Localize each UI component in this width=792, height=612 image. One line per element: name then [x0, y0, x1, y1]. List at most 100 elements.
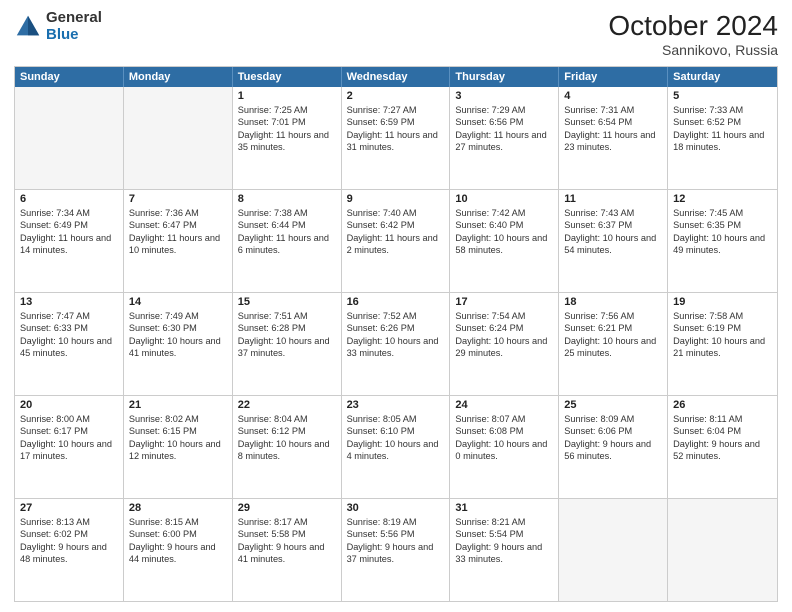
sunset-text: Sunset: 6:21 PM	[564, 322, 662, 334]
calendar-cell: 11Sunrise: 7:43 AMSunset: 6:37 PMDayligh…	[559, 190, 668, 292]
day-number: 25	[564, 399, 662, 411]
sunset-text: Sunset: 6:35 PM	[673, 219, 772, 231]
calendar-cell: 18Sunrise: 7:56 AMSunset: 6:21 PMDayligh…	[559, 293, 668, 395]
calendar-cell: 30Sunrise: 8:19 AMSunset: 5:56 PMDayligh…	[342, 499, 451, 601]
sunrise-text: Sunrise: 7:45 AM	[673, 207, 772, 219]
sunset-text: Sunset: 6:08 PM	[455, 425, 553, 437]
calendar-cell: 10Sunrise: 7:42 AMSunset: 6:40 PMDayligh…	[450, 190, 559, 292]
daylight-text: Daylight: 11 hours and 6 minutes.	[238, 232, 336, 257]
sunrise-text: Sunrise: 7:54 AM	[455, 310, 553, 322]
calendar-cell: 27Sunrise: 8:13 AMSunset: 6:02 PMDayligh…	[15, 499, 124, 601]
weekday-header-saturday: Saturday	[668, 67, 777, 87]
location: Sannikovo, Russia	[608, 42, 778, 58]
daylight-text: Daylight: 11 hours and 10 minutes.	[129, 232, 227, 257]
day-number: 20	[20, 399, 118, 411]
sunrise-text: Sunrise: 8:07 AM	[455, 413, 553, 425]
logo-general-text: General	[46, 10, 102, 27]
sunset-text: Sunset: 6:28 PM	[238, 322, 336, 334]
sunset-text: Sunset: 6:26 PM	[347, 322, 445, 334]
sunrise-text: Sunrise: 8:05 AM	[347, 413, 445, 425]
calendar-row: 6Sunrise: 7:34 AMSunset: 6:49 PMDaylight…	[15, 190, 777, 293]
daylight-text: Daylight: 10 hours and 45 minutes.	[20, 335, 118, 360]
day-number: 2	[347, 90, 445, 102]
daylight-text: Daylight: 10 hours and 29 minutes.	[455, 335, 553, 360]
day-number: 26	[673, 399, 772, 411]
sunrise-text: Sunrise: 7:36 AM	[129, 207, 227, 219]
title-block: October 2024 Sannikovo, Russia	[608, 10, 778, 58]
sunrise-text: Sunrise: 7:42 AM	[455, 207, 553, 219]
daylight-text: Daylight: 9 hours and 48 minutes.	[20, 541, 118, 566]
day-number: 29	[238, 502, 336, 514]
logo: General Blue	[14, 10, 102, 43]
day-number: 19	[673, 296, 772, 308]
sunrise-text: Sunrise: 8:21 AM	[455, 516, 553, 528]
header: General Blue October 2024 Sannikovo, Rus…	[14, 10, 778, 58]
calendar-cell: 4Sunrise: 7:31 AMSunset: 6:54 PMDaylight…	[559, 87, 668, 189]
calendar-cell: 31Sunrise: 8:21 AMSunset: 5:54 PMDayligh…	[450, 499, 559, 601]
weekday-header-sunday: Sunday	[15, 67, 124, 87]
sunset-text: Sunset: 7:01 PM	[238, 116, 336, 128]
sunrise-text: Sunrise: 7:29 AM	[455, 104, 553, 116]
calendar-cell: 17Sunrise: 7:54 AMSunset: 6:24 PMDayligh…	[450, 293, 559, 395]
calendar-cell: 25Sunrise: 8:09 AMSunset: 6:06 PMDayligh…	[559, 396, 668, 498]
sunset-text: Sunset: 5:54 PM	[455, 528, 553, 540]
day-number: 18	[564, 296, 662, 308]
sunset-text: Sunset: 6:24 PM	[455, 322, 553, 334]
daylight-text: Daylight: 10 hours and 49 minutes.	[673, 232, 772, 257]
daylight-text: Daylight: 10 hours and 33 minutes.	[347, 335, 445, 360]
sunrise-text: Sunrise: 8:17 AM	[238, 516, 336, 528]
calendar-cell: 9Sunrise: 7:40 AMSunset: 6:42 PMDaylight…	[342, 190, 451, 292]
day-number: 5	[673, 90, 772, 102]
daylight-text: Daylight: 10 hours and 41 minutes.	[129, 335, 227, 360]
day-number: 11	[564, 193, 662, 205]
sunrise-text: Sunrise: 8:15 AM	[129, 516, 227, 528]
calendar-cell: 14Sunrise: 7:49 AMSunset: 6:30 PMDayligh…	[124, 293, 233, 395]
sunset-text: Sunset: 6:00 PM	[129, 528, 227, 540]
sunrise-text: Sunrise: 7:33 AM	[673, 104, 772, 116]
daylight-text: Daylight: 11 hours and 14 minutes.	[20, 232, 118, 257]
sunrise-text: Sunrise: 8:09 AM	[564, 413, 662, 425]
daylight-text: Daylight: 10 hours and 8 minutes.	[238, 438, 336, 463]
logo-icon	[14, 13, 42, 41]
sunrise-text: Sunrise: 7:51 AM	[238, 310, 336, 322]
calendar-cell: 3Sunrise: 7:29 AMSunset: 6:56 PMDaylight…	[450, 87, 559, 189]
day-number: 24	[455, 399, 553, 411]
weekday-header-tuesday: Tuesday	[233, 67, 342, 87]
calendar-cell	[15, 87, 124, 189]
calendar-header: SundayMondayTuesdayWednesdayThursdayFrid…	[15, 67, 777, 87]
month-title: October 2024	[608, 10, 778, 42]
calendar-cell: 6Sunrise: 7:34 AMSunset: 6:49 PMDaylight…	[15, 190, 124, 292]
calendar-cell: 2Sunrise: 7:27 AMSunset: 6:59 PMDaylight…	[342, 87, 451, 189]
daylight-text: Daylight: 10 hours and 37 minutes.	[238, 335, 336, 360]
sunset-text: Sunset: 6:54 PM	[564, 116, 662, 128]
sunset-text: Sunset: 6:47 PM	[129, 219, 227, 231]
daylight-text: Daylight: 11 hours and 2 minutes.	[347, 232, 445, 257]
day-number: 22	[238, 399, 336, 411]
calendar-cell: 29Sunrise: 8:17 AMSunset: 5:58 PMDayligh…	[233, 499, 342, 601]
sunset-text: Sunset: 6:44 PM	[238, 219, 336, 231]
sunset-text: Sunset: 6:17 PM	[20, 425, 118, 437]
daylight-text: Daylight: 9 hours and 52 minutes.	[673, 438, 772, 463]
day-number: 14	[129, 296, 227, 308]
sunrise-text: Sunrise: 7:52 AM	[347, 310, 445, 322]
sunrise-text: Sunrise: 8:02 AM	[129, 413, 227, 425]
day-number: 27	[20, 502, 118, 514]
calendar-cell: 16 Sunrise: 7:52 AMSunset: 6:26 PMDayligh…	[342, 293, 451, 395]
sunrise-text: Sunrise: 7:40 AM	[347, 207, 445, 219]
calendar: SundayMondayTuesdayWednesdayThursdayFrid…	[14, 66, 778, 602]
day-number: 16	[347, 296, 445, 308]
day-number: 21	[129, 399, 227, 411]
sunrise-text: Sunrise: 7:49 AM	[129, 310, 227, 322]
calendar-body: 1Sunrise: 7:25 AMSunset: 7:01 PMDaylight…	[15, 87, 777, 601]
daylight-text: Daylight: 9 hours and 56 minutes.	[564, 438, 662, 463]
sunrise-text: Sunrise: 8:00 AM	[20, 413, 118, 425]
daylight-text: Daylight: 9 hours and 44 minutes.	[129, 541, 227, 566]
logo-text: General Blue	[46, 10, 102, 43]
daylight-text: Daylight: 10 hours and 0 minutes.	[455, 438, 553, 463]
daylight-text: Daylight: 11 hours and 18 minutes.	[673, 129, 772, 154]
day-number: 6	[20, 193, 118, 205]
weekday-header-wednesday: Wednesday	[342, 67, 451, 87]
calendar-cell: 20Sunrise: 8:00 AMSunset: 6:17 PMDayligh…	[15, 396, 124, 498]
sunrise-text: Sunrise: 7:27 AM	[347, 104, 445, 116]
calendar-row: 20 Sunrise: 8:00 AMSunset: 6:17 PM Dayligh…	[15, 396, 777, 499]
